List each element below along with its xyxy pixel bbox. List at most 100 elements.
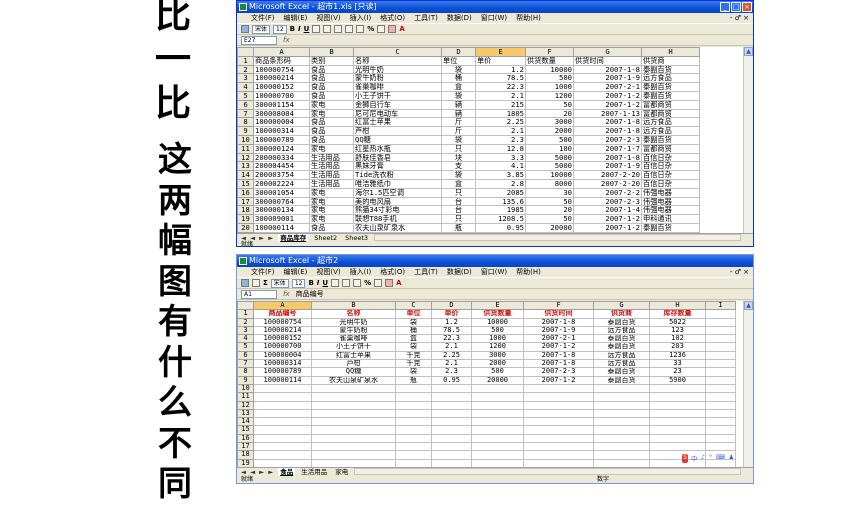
cell[interactable]: 3.3: [475, 152, 526, 163]
cell[interactable]: 伟强电器: [641, 205, 700, 216]
cell[interactable]: 2007-1-8: [523, 359, 594, 369]
cell[interactable]: 袋: [395, 367, 432, 377]
row-header[interactable]: 14: [237, 170, 254, 180]
cell[interactable]: 生活用品: [309, 170, 354, 180]
menu-window[interactable]: 窗口(W): [481, 13, 507, 23]
cell[interactable]: 桶: [395, 325, 432, 336]
cell[interactable]: 光明牛奶: [353, 64, 442, 75]
tab-nav-arrows-icon[interactable]: ◄ ◄ ► ►: [241, 468, 274, 476]
cell[interactable]: 泰副百货: [593, 317, 650, 327]
cell[interactable]: [395, 450, 432, 460]
cell[interactable]: 家电: [309, 214, 354, 224]
cell[interactable]: 家电: [309, 99, 354, 110]
row-header[interactable]: 5: [237, 342, 254, 352]
fx-icon[interactable]: fx: [283, 289, 290, 300]
cell[interactable]: [523, 458, 594, 467]
cell[interactable]: 红富士苹果: [353, 117, 442, 128]
cell[interactable]: 辆: [441, 108, 476, 119]
cell[interactable]: 10000: [525, 64, 574, 75]
cell[interactable]: 100000004: [253, 117, 310, 128]
cell[interactable]: QQ糖: [311, 367, 396, 377]
column-header[interactable]: G: [593, 301, 650, 311]
row-header[interactable]: 18: [237, 205, 254, 216]
cell[interactable]: [395, 458, 432, 467]
cell[interactable]: 215: [475, 99, 526, 110]
column-header[interactable]: H: [641, 47, 700, 57]
cell[interactable]: 家电: [309, 196, 354, 207]
title-bar[interactable]: Microsoft Excel - 超市1.xls [只读] _ □ ×: [237, 1, 753, 13]
cell[interactable]: 2007-1-4: [573, 205, 642, 216]
cell[interactable]: 2007-2-3: [573, 134, 642, 145]
menu-file[interactable]: 文件(F): [251, 267, 275, 277]
cell[interactable]: [311, 425, 396, 435]
align-right-icon[interactable]: [334, 25, 343, 33]
cell[interactable]: [523, 408, 594, 419]
cell[interactable]: [523, 433, 594, 444]
row-header[interactable]: 6: [237, 350, 254, 361]
cell[interactable]: 300001054: [253, 187, 310, 198]
cell[interactable]: [649, 392, 706, 402]
cell[interactable]: 金狮自行车: [353, 99, 442, 110]
cell[interactable]: 200002224: [253, 178, 310, 189]
cell[interactable]: 5022: [649, 317, 706, 327]
cell[interactable]: 生活用品: [309, 178, 354, 189]
cell[interactable]: 30: [525, 187, 574, 198]
cell[interactable]: [395, 433, 432, 444]
row-header[interactable]: 2: [237, 64, 254, 75]
cell[interactable]: 舒肤佳香皂: [353, 152, 442, 163]
cell[interactable]: 2007-1-2: [523, 342, 594, 352]
vertical-scrollbar[interactable]: ▲: [743, 301, 753, 467]
menu-data[interactable]: 数据(D): [447, 267, 472, 277]
cell[interactable]: 千克: [395, 350, 432, 361]
cell[interactable]: 100000114: [253, 375, 312, 385]
cell[interactable]: [705, 317, 736, 327]
row-header[interactable]: 12: [237, 400, 254, 410]
cell[interactable]: 百信日杂: [641, 152, 700, 163]
cell[interactable]: 食品: [309, 117, 354, 128]
cell[interactable]: 1000: [471, 334, 524, 344]
cell[interactable]: [649, 400, 706, 410]
cell[interactable]: [523, 450, 594, 460]
cell[interactable]: [523, 383, 594, 394]
align-center-icon[interactable]: [342, 279, 351, 287]
formula-input[interactable]: 商品编号: [296, 289, 324, 300]
cell[interactable]: 10000: [471, 317, 524, 327]
cell[interactable]: 泰副百货: [641, 134, 700, 145]
italic-icon[interactable]: I: [298, 23, 301, 35]
cell[interactable]: 12.8: [475, 143, 526, 154]
cell[interactable]: 300001154: [253, 99, 310, 110]
cell[interactable]: 20000: [525, 222, 574, 233]
cell[interactable]: 蒙牛奶粉: [353, 73, 442, 84]
cell[interactable]: 2007-1-8: [573, 126, 642, 136]
cell[interactable]: [311, 400, 396, 410]
cell[interactable]: 100000152: [253, 334, 312, 344]
cell[interactable]: 1236: [649, 350, 706, 361]
column-header[interactable]: E: [471, 301, 524, 311]
cell[interactable]: 百信日杂: [641, 161, 700, 172]
cell[interactable]: [593, 433, 650, 444]
header-cell[interactable]: 单价: [431, 309, 472, 319]
column-header[interactable]: G: [573, 47, 642, 57]
cell[interactable]: [471, 417, 524, 427]
cell[interactable]: 家电: [309, 205, 354, 216]
cell[interactable]: 200003754: [253, 170, 310, 180]
cell[interactable]: [593, 383, 650, 394]
menu-insert[interactable]: 插入(I): [350, 267, 372, 277]
row-header[interactable]: 10: [237, 383, 254, 394]
cell[interactable]: 光明牛奶: [311, 317, 396, 327]
cell[interactable]: 斤: [441, 117, 476, 128]
title-bar[interactable]: Microsoft Excel - 超市2: [237, 255, 753, 267]
cell[interactable]: [311, 442, 396, 452]
cell[interactable]: 泰副百货: [641, 222, 700, 233]
cell[interactable]: 红富士苹果: [311, 350, 396, 361]
cell[interactable]: Tide洗衣粉: [353, 170, 442, 180]
spreadsheet-grid[interactable]: A B C D E F G H 1 商品条形码 类别 名称 单位 单价 供货数量 供货时间 供货…: [237, 47, 745, 233]
cell[interactable]: 203: [649, 342, 706, 352]
cell[interactable]: 50: [525, 99, 574, 110]
column-header[interactable]: I: [705, 301, 736, 311]
header-cell[interactable]: 供货数量: [471, 309, 524, 319]
column-header[interactable]: C: [395, 301, 432, 311]
menu-view[interactable]: 视图(V): [316, 267, 340, 277]
select-all-corner[interactable]: [237, 47, 254, 57]
cell[interactable]: 食品: [309, 90, 354, 101]
